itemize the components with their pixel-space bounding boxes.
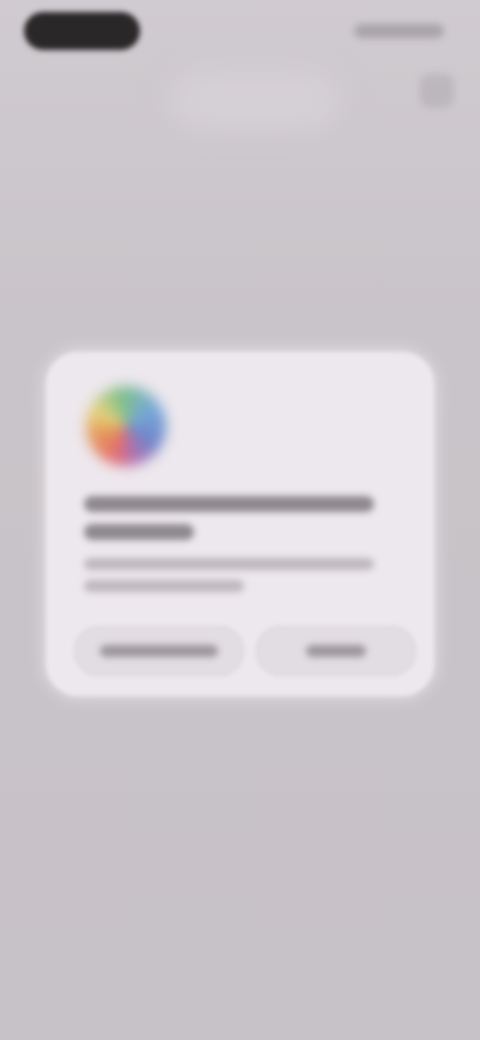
app-logo-icon: [86, 386, 166, 466]
dialog-message: [84, 558, 374, 570]
primary-button[interactable]: [256, 626, 416, 676]
status-bar-time: [24, 12, 140, 50]
status-bar-indicators: [354, 24, 444, 38]
secondary-button[interactable]: [74, 626, 244, 676]
dialog-message-line-2: [84, 580, 244, 592]
primary-button-label: [306, 645, 366, 657]
dialog-title-line-2: [84, 524, 194, 540]
dialog-title: [84, 496, 374, 512]
more-icon[interactable]: [420, 74, 454, 108]
permission-dialog: [46, 352, 434, 696]
screen: [0, 0, 480, 1040]
header-blur: [170, 70, 340, 130]
secondary-button-label: [100, 645, 218, 657]
